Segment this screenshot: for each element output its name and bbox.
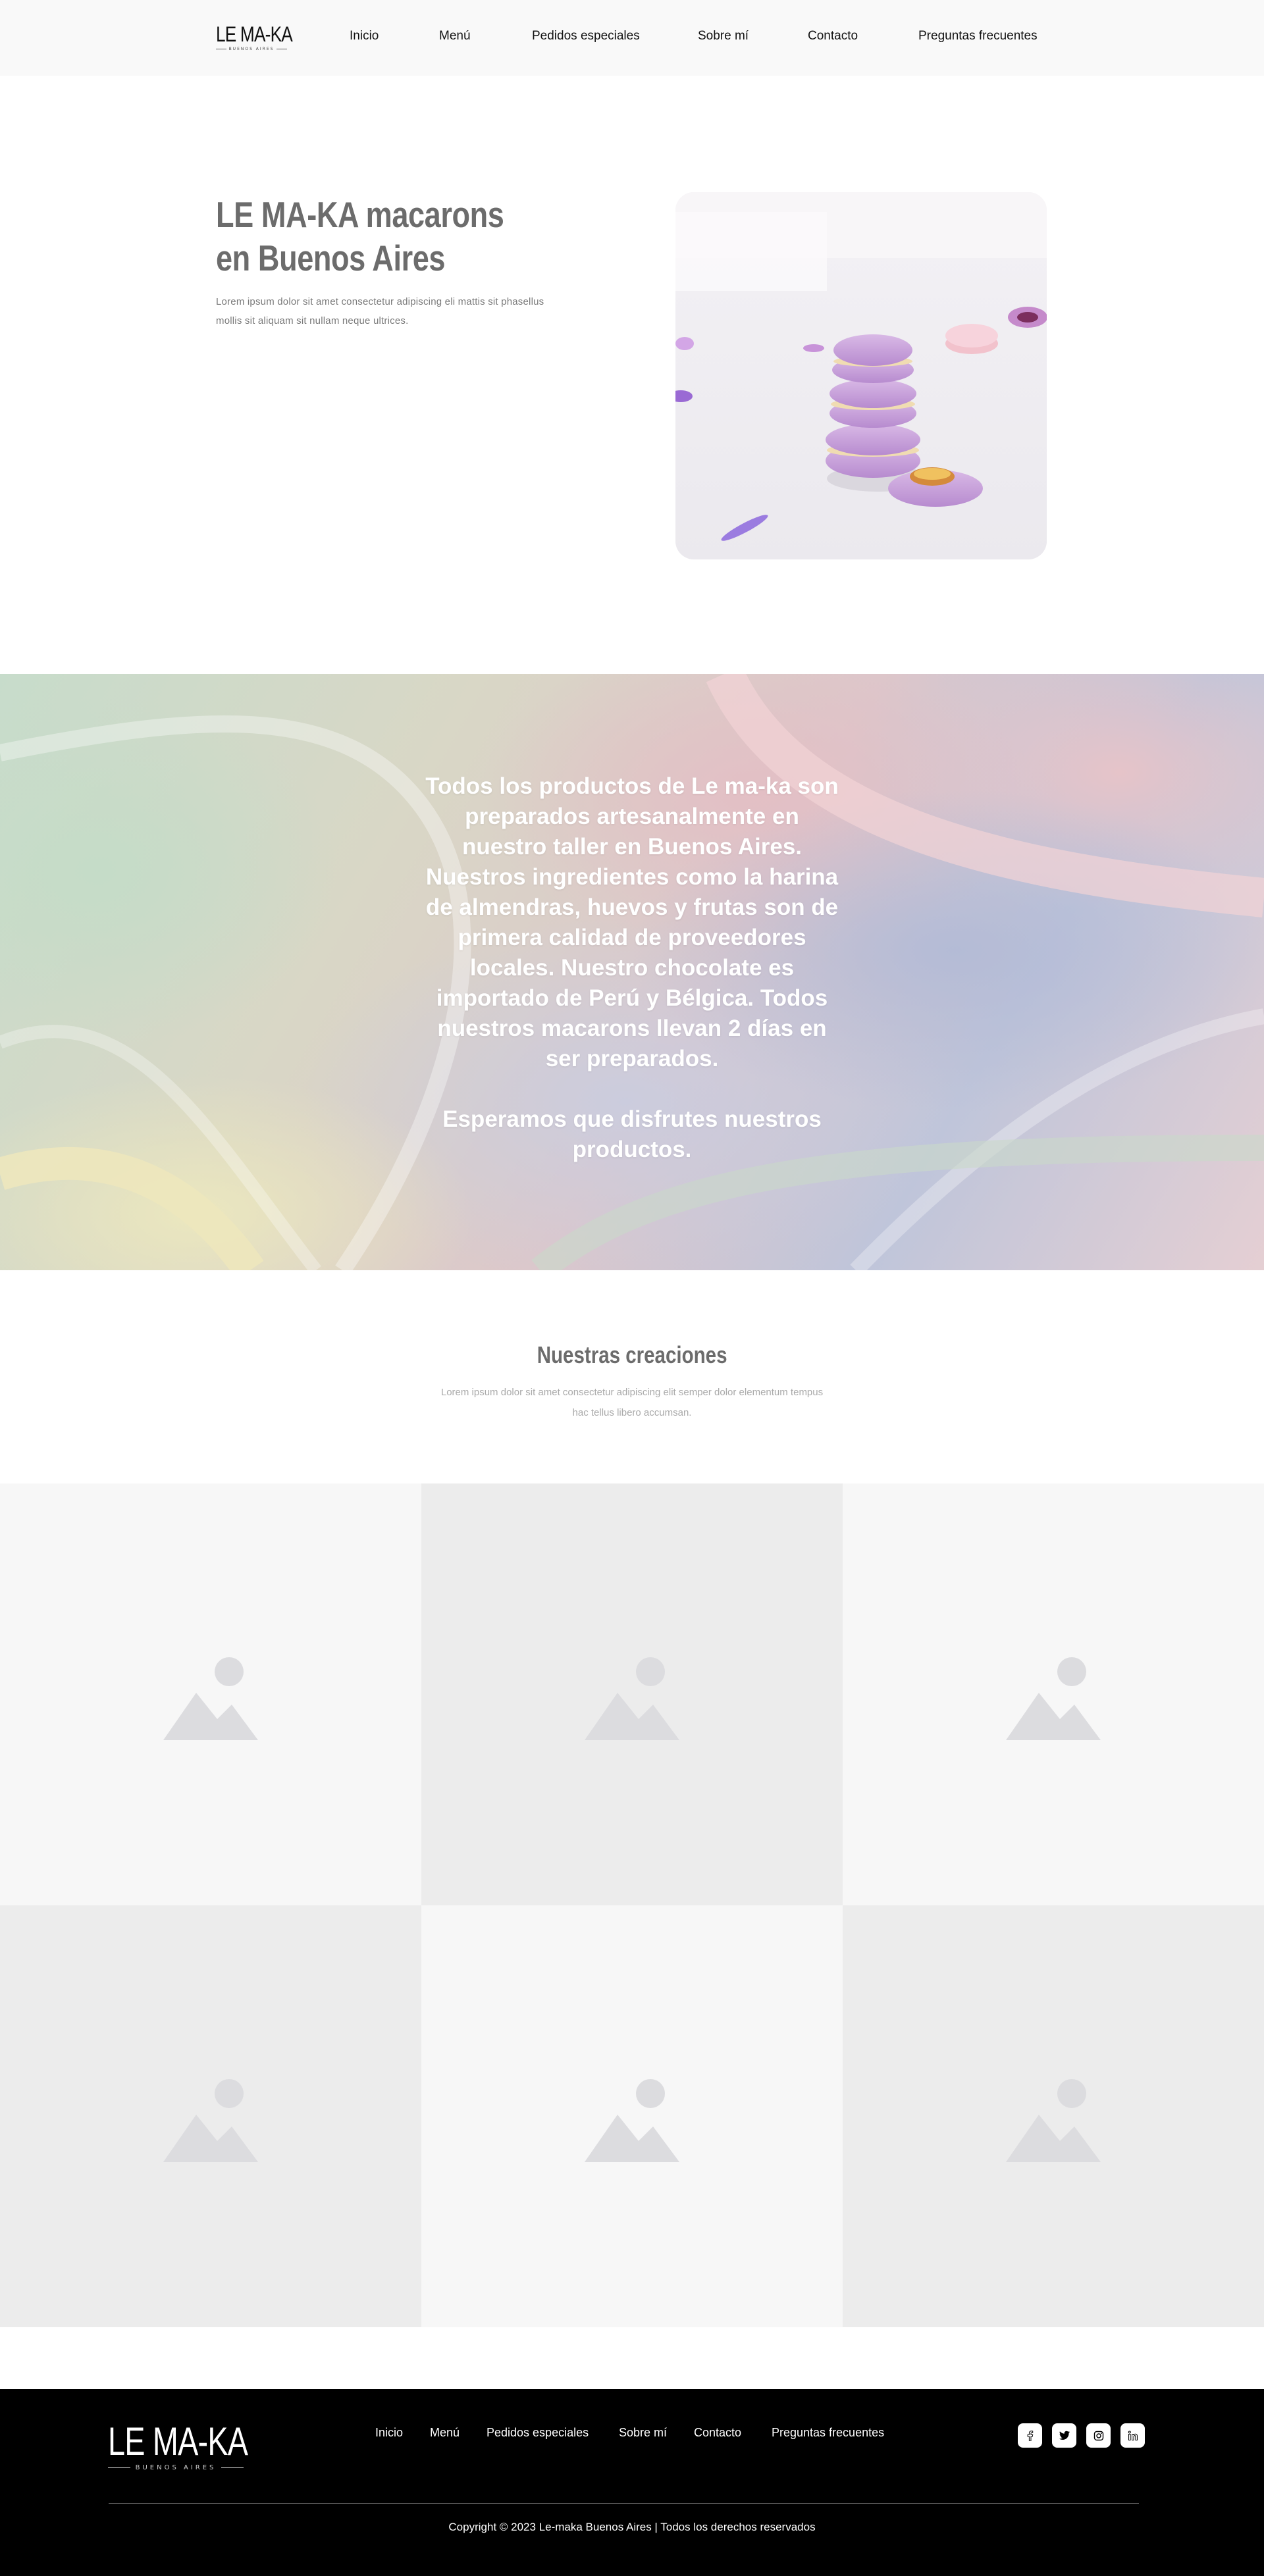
footer-logo-tagline: BUENOS AIRES <box>108 2464 244 2471</box>
gallery-item-6[interactable] <box>843 1905 1264 2327</box>
ingredients-banner: Todos los productos de Le ma-ka son prep… <box>0 674 1264 1270</box>
banner-paragraph-2: Esperamos que disfrutes nuestros product… <box>442 1106 822 1162</box>
image-placeholder-icon <box>585 1657 679 1740</box>
banner-text: Todos los productos de Le ma-ka son prep… <box>421 771 843 1165</box>
image-placeholder-icon <box>585 2078 679 2162</box>
macarons-photo <box>675 192 1047 559</box>
footer-link-pedidos-especiales[interactable]: Pedidos especiales <box>487 2426 589 2440</box>
gallery-item-5[interactable] <box>421 1905 843 2327</box>
instagram-icon[interactable] <box>1086 2423 1111 2448</box>
site-footer: LE MA-KA BUENOS AIRES Inicio Menú Pedido… <box>0 2389 1264 2576</box>
gallery-item-4[interactable] <box>0 1905 421 2327</box>
footer-link-sobre-mi[interactable]: Sobre mí <box>619 2426 667 2440</box>
nav-link-preguntas-frecuentes[interactable]: Preguntas frecuentes <box>918 29 1038 43</box>
twitter-icon[interactable] <box>1052 2423 1076 2448</box>
nav-link-sobre-mi[interactable]: Sobre mí <box>698 29 749 43</box>
macarons-illustration <box>675 192 1047 559</box>
image-placeholder-icon <box>1006 2078 1101 2162</box>
top-navbar: LE MA-KA BUENOS AIRES Inicio Menú Pedido… <box>0 0 1264 76</box>
footer-logo-wordmark: LE MA-KA <box>108 2419 248 2463</box>
nav-link-inicio[interactable]: Inicio <box>350 29 379 43</box>
creations-title: Nuestras creaciones <box>537 1341 727 1368</box>
footer-link-preguntas-frecuentes[interactable]: Preguntas frecuentes <box>772 2426 884 2440</box>
hero-title: LE MA-KA macarons en Buenos Aires <box>216 194 504 278</box>
nav-link-menu[interactable]: Menú <box>439 29 471 43</box>
footer-link-contacto[interactable]: Contacto <box>694 2426 741 2440</box>
nav-link-contacto[interactable]: Contacto <box>808 29 858 43</box>
logo-tagline: BUENOS AIRES <box>216 47 287 51</box>
image-placeholder-icon <box>163 2078 258 2162</box>
gallery-grid <box>0 1483 1264 2327</box>
gallery-item-1[interactable] <box>0 1483 421 1905</box>
facebook-icon[interactable] <box>1018 2423 1042 2448</box>
main-menu: Inicio Menú Pedidos especiales Sobre mí … <box>0 29 1264 45</box>
gallery-item-2[interactable] <box>421 1483 843 1905</box>
footer-link-inicio[interactable]: Inicio <box>375 2426 403 2440</box>
nav-link-pedidos-especiales[interactable]: Pedidos especiales <box>532 29 640 43</box>
footer-logo[interactable]: LE MA-KA BUENOS AIRES <box>108 2419 248 2471</box>
footer-divider <box>109 2503 1139 2504</box>
hero-description: Lorem ipsum dolor sit amet consectetur a… <box>216 296 544 326</box>
image-placeholder-icon <box>1006 1657 1101 1740</box>
linkedin-icon[interactable] <box>1120 2423 1145 2448</box>
creations-description: Lorem ipsum dolor sit amet consectetur a… <box>440 1387 824 1418</box>
gallery-item-3[interactable] <box>843 1483 1264 1905</box>
image-placeholder-icon <box>163 1657 258 1740</box>
footer-link-menu[interactable]: Menú <box>430 2426 460 2440</box>
banner-paragraph-1: Todos los productos de Le ma-ka son prep… <box>425 773 839 1071</box>
copyright-text: Copyright © 2023 Le-maka Buenos Aires | … <box>448 2521 816 2533</box>
